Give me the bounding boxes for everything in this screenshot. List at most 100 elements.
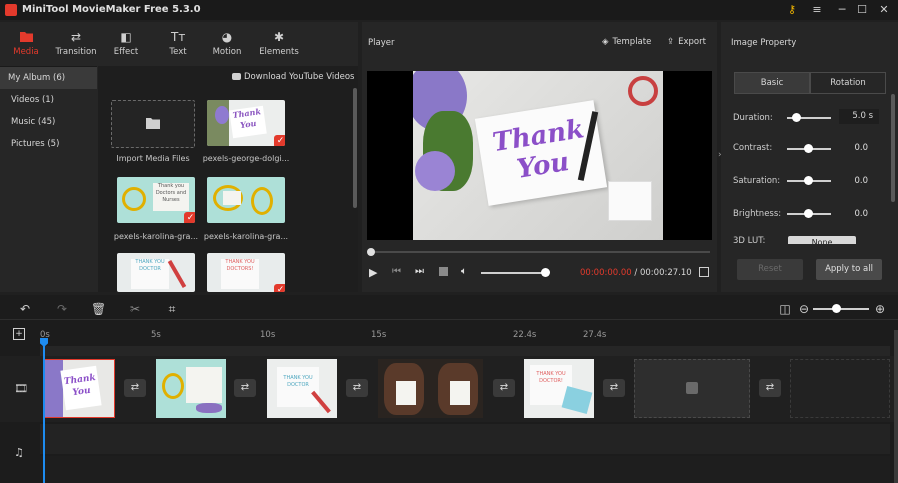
tab-media-label: Media xyxy=(13,47,39,57)
motion-icon: ◕ xyxy=(221,30,233,44)
tab-motion-label: Motion xyxy=(212,47,242,57)
tab-rotation[interactable]: Rotation xyxy=(810,72,886,94)
zoom-slider[interactable] xyxy=(813,308,869,310)
stop-button[interactable] xyxy=(439,267,448,276)
timeline-clip-1[interactable]: Thank You xyxy=(44,359,115,418)
transition-slot[interactable]: ⇄ xyxy=(759,379,781,397)
tab-elements[interactable]: ✱ Elements xyxy=(256,22,302,66)
timeline-clip-4[interactable] xyxy=(378,359,483,418)
tab-basic[interactable]: Basic xyxy=(734,72,810,94)
import-media-button[interactable] xyxy=(111,100,195,148)
playhead-line[interactable] xyxy=(43,340,45,483)
sidebar-item-pictures[interactable]: Pictures (5) xyxy=(0,133,97,155)
redo-icon[interactable]: ↷ xyxy=(55,302,69,316)
zoom-out-icon[interactable]: ⊖ xyxy=(797,302,811,316)
zoom-in-icon[interactable]: ⊕ xyxy=(873,302,887,316)
tab-motion[interactable]: ◕ Motion xyxy=(207,22,247,66)
key-icon[interactable]: ⚷ xyxy=(782,2,802,18)
reset-button[interactable]: Reset xyxy=(737,259,803,280)
progress-track[interactable] xyxy=(370,251,710,253)
media-thumb-3[interactable] xyxy=(207,177,285,223)
media-sidebar: My Album (6) Videos (1) Music (45) Pictu… xyxy=(0,66,97,292)
export-button[interactable]: ⇪ Export xyxy=(667,37,706,47)
timeline-scrollbar[interactable] xyxy=(894,330,898,483)
volume-icon[interactable]: 🔈︎ xyxy=(461,266,467,277)
template-button[interactable]: ◈ Template xyxy=(602,37,651,47)
tab-effect[interactable]: ◧ Effect xyxy=(106,22,146,66)
play-button[interactable]: ▶ xyxy=(369,266,377,279)
timeline-divider xyxy=(0,319,898,320)
app-title: MiniTool MovieMaker Free 5.3.0 xyxy=(22,4,201,15)
close-button[interactable]: ✕ xyxy=(874,2,894,18)
property-scrollbar[interactable] xyxy=(891,94,895,202)
tab-transition[interactable]: ⇄ Transition xyxy=(52,22,100,66)
delete-icon[interactable]: 🗑︎ xyxy=(91,302,106,316)
prev-frame-button[interactable]: ⏮ xyxy=(392,266,401,277)
sidebar-item-music[interactable]: Music (45) xyxy=(0,111,97,133)
download-youtube-link[interactable]: Download YouTube Videos xyxy=(232,72,354,82)
sidebar-item-my-album[interactable]: My Album (6) xyxy=(0,67,97,89)
elements-icon: ✱ xyxy=(273,30,285,44)
media-thumb-3-label: pexels-karolina-gra... xyxy=(203,232,289,241)
timeline-clip-5[interactable]: THANK YOU DOCTOR! xyxy=(524,359,594,418)
fit-timeline-icon[interactable]: ◫ xyxy=(778,302,792,316)
transition-slot[interactable]: ⇄ xyxy=(124,379,146,397)
timeline-drop-zone-2[interactable] xyxy=(790,359,890,418)
media-thumb-5[interactable]: THANK YOU DOCTORS! ✓ xyxy=(207,253,285,292)
tab-text[interactable]: Tт Text xyxy=(158,22,198,66)
contrast-knob[interactable] xyxy=(804,144,813,153)
media-thumb-1[interactable]: Thank You ✓ xyxy=(207,100,285,146)
tab-elements-label: Elements xyxy=(259,47,299,57)
duration-knob[interactable] xyxy=(792,113,801,122)
transition-slot[interactable]: ⇄ xyxy=(234,379,256,397)
collapse-panel-icon[interactable]: › xyxy=(718,150,722,160)
tick-label: 10s xyxy=(260,330,276,340)
download-youtube-label: Download YouTube Videos xyxy=(244,72,355,82)
transition-slot[interactable]: ⇄ xyxy=(603,379,625,397)
volume-knob[interactable] xyxy=(541,268,550,277)
apply-to-all-button[interactable]: Apply to all xyxy=(816,259,882,280)
media-thumb-2[interactable]: Thank you Doctors and Nurses ✓ xyxy=(117,177,195,223)
volume-slider[interactable] xyxy=(481,272,545,274)
split-icon[interactable]: ✂ xyxy=(128,302,142,316)
transition-slot[interactable]: ⇄ xyxy=(346,379,368,397)
zoom-knob[interactable] xyxy=(832,304,841,313)
effect-icon: ◧ xyxy=(120,30,132,44)
media-thumb-2-label: pexels-karolina-gra... xyxy=(113,232,199,241)
add-track-icon[interactable]: + xyxy=(13,328,25,340)
fullscreen-icon[interactable] xyxy=(699,267,709,277)
tab-media[interactable]: Media xyxy=(6,22,46,66)
thumb-thank-you-card: Thank You xyxy=(229,105,267,139)
saturation-knob[interactable] xyxy=(804,176,813,185)
timeline-clip-3[interactable]: THANK YOU DOCTOR xyxy=(267,359,337,418)
time-readout: 00:00:00.00 / 00:00:27.10 xyxy=(580,268,692,278)
maximize-button[interactable]: ☐ xyxy=(852,2,872,18)
undo-icon[interactable]: ↶ xyxy=(18,302,32,316)
media-thumb-4[interactable]: THANK YOU DOCTOR xyxy=(117,253,195,292)
video-preview[interactable]: Thank You xyxy=(367,71,712,240)
check-icon: ✓ xyxy=(274,284,285,292)
contrast-value: 0.0 xyxy=(854,143,868,153)
timeline-clip-2[interactable] xyxy=(156,359,226,418)
import-media-label: Import Media Files xyxy=(116,154,190,163)
tick-label: 15s xyxy=(371,330,387,340)
tick-label: 22.4s xyxy=(513,330,537,340)
sidebar-item-videos[interactable]: Videos (1) xyxy=(0,89,97,111)
menu-icon[interactable]: ≡ xyxy=(807,2,827,18)
export-label: Export xyxy=(678,37,706,47)
duration-input[interactable]: 5.0 s xyxy=(839,109,879,124)
media-scrollbar[interactable] xyxy=(353,88,357,208)
template-label: Template xyxy=(612,37,652,47)
next-frame-button[interactable]: ⏭ xyxy=(415,266,424,277)
crop-icon[interactable]: ⌗ xyxy=(165,302,179,316)
minimize-button[interactable]: ─ xyxy=(832,2,852,18)
app-logo xyxy=(5,4,17,16)
transition-slot[interactable]: ⇄ xyxy=(493,379,515,397)
time-ruler xyxy=(40,346,890,356)
transition-icon: ⇄ xyxy=(70,30,82,44)
lut-select[interactable]: None xyxy=(788,236,856,244)
timeline-drop-zone[interactable] xyxy=(634,359,750,418)
brightness-knob[interactable] xyxy=(804,209,813,218)
progress-knob[interactable] xyxy=(367,248,375,256)
contrast-label: Contrast: xyxy=(733,143,773,153)
